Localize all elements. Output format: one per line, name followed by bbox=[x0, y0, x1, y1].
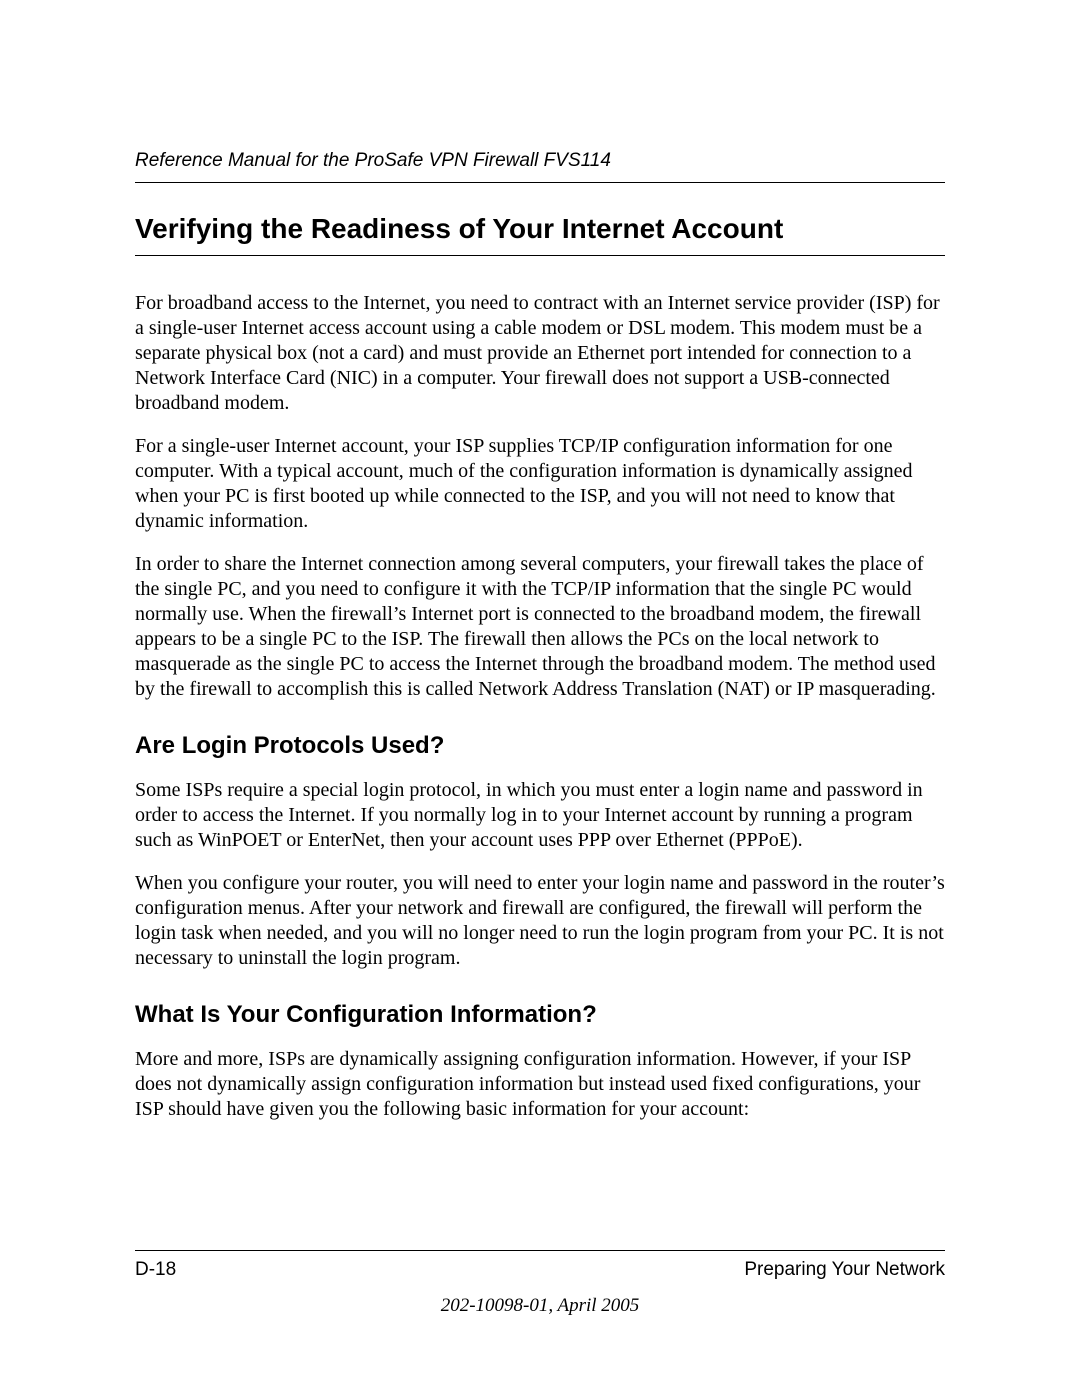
footer-doc-info: 202-10098-01, April 2005 bbox=[135, 1295, 945, 1317]
subsection-heading: Are Login Protocols Used? bbox=[135, 732, 945, 760]
document-page: Reference Manual for the ProSafe VPN Fir… bbox=[0, 0, 1080, 1397]
body-paragraph: In order to share the Internet connectio… bbox=[135, 552, 945, 702]
footer-rule bbox=[135, 1250, 945, 1251]
body-paragraph: For broadband access to the Internet, yo… bbox=[135, 291, 945, 416]
body-paragraph: Some ISPs require a special login protoc… bbox=[135, 778, 945, 853]
running-header: Reference Manual for the ProSafe VPN Fir… bbox=[135, 150, 945, 183]
body-paragraph: When you configure your router, you will… bbox=[135, 871, 945, 971]
body-paragraph: For a single-user Internet account, your… bbox=[135, 434, 945, 534]
subsection-heading: What Is Your Configuration Information? bbox=[135, 1001, 945, 1029]
footer-row: D-18 Preparing Your Network bbox=[135, 1259, 945, 1281]
section-heading: Verifying the Readiness of Your Internet… bbox=[135, 213, 945, 256]
body-paragraph: More and more, ISPs are dynamically assi… bbox=[135, 1047, 945, 1122]
footer-section-name: Preparing Your Network bbox=[744, 1259, 945, 1281]
page-number: D-18 bbox=[135, 1259, 176, 1281]
page-footer: D-18 Preparing Your Network 202-10098-01… bbox=[135, 1250, 945, 1317]
